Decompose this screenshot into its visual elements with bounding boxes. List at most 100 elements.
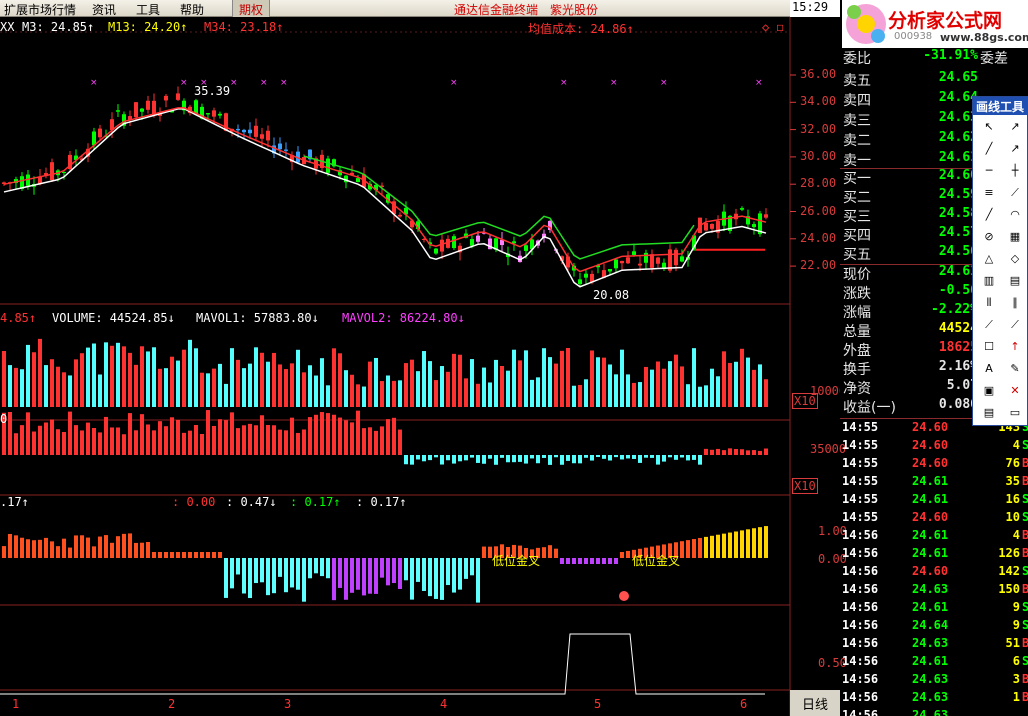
kline-chart[interactable]: × × × × × × × × × × × [0,17,840,716]
drawing-tool-icon[interactable]: ⊘ [981,229,997,245]
indicator-bar [608,455,612,461]
drawing-tool-icon[interactable]: ✕ [1007,383,1023,399]
drawing-tool-icon[interactable]: ▦ [1007,229,1023,245]
drawing-tool-icon[interactable]: ↗ [1007,141,1023,157]
drawing-tool-icon[interactable]: ╱ [981,141,997,157]
tick-volume: 9 [1012,618,1020,632]
indicator-bar [572,455,576,464]
indicator-bar [350,422,354,455]
volume-bar [128,352,132,407]
tick-side: B [1022,474,1028,488]
menu-bar: 扩展市场行情 资讯 工具 帮助 期权 通达信金融终端 紫光股份 [0,0,790,17]
panel-controls[interactable]: ◇ ◻ [762,20,784,34]
drawing-tool-icon[interactable]: ▭ [1007,405,1023,421]
tick-price: 24.63 [912,672,949,686]
candle [398,214,402,217]
menu-options[interactable]: 期权 [232,0,271,17]
macd-bar [194,552,198,558]
macd-bar [464,558,468,579]
price-axis-label: 36.00 [800,67,837,81]
drawing-tool-icon[interactable]: ▥ [981,273,997,289]
tick-row: 14:56 24.63 [840,708,1028,716]
drawing-tool-icon[interactable]: ✎ [1007,361,1023,377]
drawing-tool-icon[interactable]: ☐ [981,339,997,355]
drawing-tool-icon[interactable]: ↖ [981,119,997,135]
signal-marker: × [660,78,668,88]
drawing-tool-icon[interactable]: ▣ [981,383,997,399]
drawing-tool-icon[interactable]: ◇ [1007,251,1023,267]
quote-label: 买二 [843,190,871,206]
drawing-tool-icon[interactable]: ▤ [1007,273,1023,289]
drawing-tool-icon[interactable]: ≡ [981,185,997,201]
menu-help[interactable]: 帮助 [180,1,204,18]
drawing-tool-icon[interactable]: ↗ [1007,119,1023,135]
volume-bar [722,351,726,407]
indicator-bar [530,455,534,459]
period-selector[interactable]: 日线 [790,690,840,716]
drawing-tool-icon[interactable]: ⦀ [981,295,997,311]
menu-tools[interactable]: 工具 [136,1,160,18]
tick-time: 14:56 [842,564,879,578]
indicator-bar [122,434,126,455]
drawing-tool-icon[interactable]: A [981,361,997,377]
indicator-bar [74,425,78,455]
drawing-tool-icon[interactable]: ⟋ [1007,185,1023,201]
tick-time: 14:55 [842,438,879,452]
drawing-tool-icon[interactable]: ⟋ [1007,317,1023,333]
macd-bar [722,533,726,558]
volume-bar [548,357,552,407]
indicator-bar [236,428,240,455]
menu-info[interactable]: 资讯 [92,1,116,18]
volume-bar [596,357,600,407]
volume-multiplier: X10 [792,393,818,409]
drawing-tool-icon[interactable]: ∥ [1007,295,1023,311]
macd-bar [218,552,222,558]
indicator-bar [368,427,372,455]
quote-label: 买一 [843,171,871,187]
volume-bar [500,366,504,407]
volume-bar [506,370,510,407]
drawing-tool-icon[interactable]: ╱ [981,207,997,223]
tick-volume: 6 [1012,654,1020,668]
signal-marker: × [560,78,568,88]
tick-price: 24.63 [912,636,949,650]
price-axis-label: 26.00 [800,203,837,218]
volume-bar [656,361,660,407]
drawing-tool-icon[interactable]: ◠ [1007,207,1023,223]
site-logo: 分析家公式网 000938 www.88gs.com [842,0,1028,48]
macd-bar [392,558,396,584]
indicator-bar [746,450,750,455]
signal-marker: × [230,78,238,88]
drawing-tool-icon[interactable]: △ [981,251,997,267]
macd-bar [356,558,360,590]
macd-bar [134,542,138,558]
macd-bar [308,558,312,579]
drawing-tool-icon[interactable]: ▤ [981,405,997,421]
volume-bar [374,357,378,407]
indicator-bar [44,422,48,455]
macd-bar [170,552,174,558]
candle [626,257,630,264]
drawing-tool-icon[interactable]: ↑ [1007,339,1023,355]
menu-extended-market[interactable]: 扩展市场行情 [4,1,76,18]
volume-bar [92,343,96,407]
drawing-tool-icon[interactable]: ┼ [1007,163,1023,179]
indicator-bar [722,450,726,455]
indicator-bar [542,455,546,458]
tick-row: 14:55 24.60 10 S [840,510,1028,528]
tick-price: 24.61 [912,546,949,560]
volume-bar [200,372,204,407]
drawing-tool-icon[interactable]: ─ [981,163,997,179]
drawing-tools-palette[interactable]: 画线工具 ↖ ↗ ╱ ↗ ─ ┼ ≡ ⟋ ╱ ◠ ⊘ ▦ △ ◇ ▥ ▤ ⦀ ∥ ⟋ ⟋ ☐ ↑ A ✎ ▣ ✕ ▤ ▭ [972,96,1028,426]
candle [50,162,54,181]
volume-bar [254,347,258,407]
candle [638,263,642,266]
tick-price: 24.63 [912,690,949,704]
drawing-tool-icon[interactable]: ⟋ [981,317,997,333]
tick-price: 24.60 [912,420,949,434]
indicator-bar [152,430,156,455]
indicator-bar [296,432,300,455]
candle [764,214,768,218]
macd-bar [752,528,756,558]
macd-bar [338,558,342,588]
